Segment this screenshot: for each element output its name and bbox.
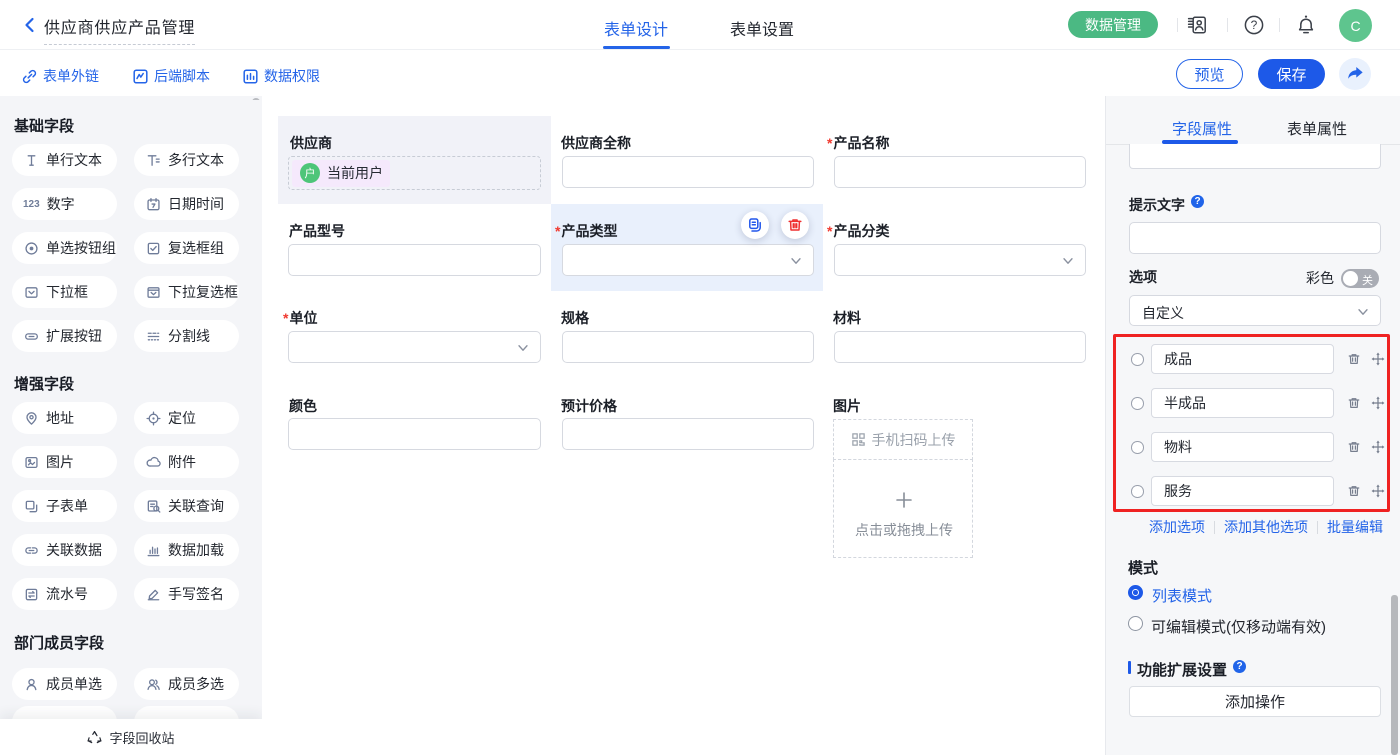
svg-text:?: ?	[1251, 18, 1258, 32]
